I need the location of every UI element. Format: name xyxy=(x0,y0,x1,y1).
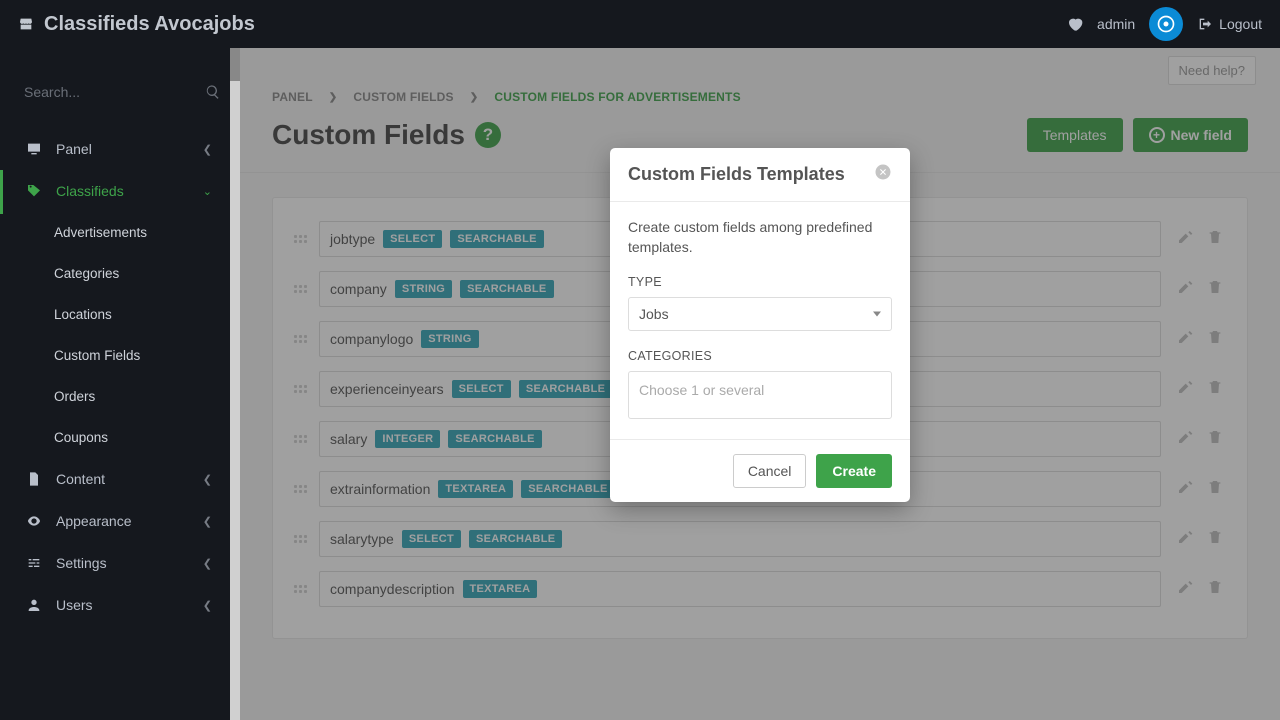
sidebar-item-label: Custom Fields xyxy=(54,348,140,363)
categories-input[interactable] xyxy=(639,382,881,398)
topbar: Classifieds Avocajobs admin Logout xyxy=(0,0,1280,48)
sidebar-item-advertisements[interactable]: Advertisements xyxy=(0,212,230,253)
sidebar-item-label: Orders xyxy=(54,389,95,404)
sidebar-item-panel[interactable]: Panel ❮ xyxy=(0,128,230,170)
caret-down-icon xyxy=(873,312,881,317)
brand[interactable]: Classifieds Avocajobs xyxy=(18,13,255,36)
modal-footer: Cancel Create xyxy=(610,439,910,502)
sidebar-scrollbar-track[interactable] xyxy=(230,48,240,720)
sidebar-item-coupons[interactable]: Coupons xyxy=(0,417,230,458)
sidebar-search[interactable] xyxy=(0,74,230,110)
sidebar-item-appearance[interactable]: Appearance ❮ xyxy=(0,500,230,542)
sidebar-item-label: Locations xyxy=(54,307,112,322)
sidebar-item-label: Categories xyxy=(54,266,119,281)
categories-multiselect[interactable] xyxy=(628,371,892,419)
file-icon xyxy=(26,471,42,487)
type-select[interactable]: Jobs xyxy=(628,297,892,331)
sidebar-item-classifieds[interactable]: Classifieds ⌄ xyxy=(0,170,230,212)
search-icon[interactable] xyxy=(205,84,221,100)
store-icon xyxy=(18,16,34,32)
logout-button[interactable]: Logout xyxy=(1197,16,1262,32)
logout-icon xyxy=(1197,16,1213,32)
topbar-right: admin Logout xyxy=(1067,7,1262,41)
categories-label: CATEGORIES xyxy=(628,349,892,363)
avatar[interactable] xyxy=(1149,7,1183,41)
username: admin xyxy=(1097,16,1135,32)
user-icon xyxy=(26,597,42,613)
modal-header: Custom Fields Templates xyxy=(610,148,910,202)
create-button[interactable]: Create xyxy=(816,454,892,488)
sidebar: Panel ❮ Classifieds ⌄ Advertisements Cat… xyxy=(0,48,230,720)
chevron-left-icon: ❮ xyxy=(203,599,212,612)
search-input[interactable] xyxy=(24,84,205,100)
sidebar-scrollbar-thumb[interactable] xyxy=(230,48,240,81)
sidebar-item-content[interactable]: Content ❮ xyxy=(0,458,230,500)
sidebar-item-locations[interactable]: Locations xyxy=(0,294,230,335)
chevron-left-icon: ❮ xyxy=(203,143,212,156)
modal-description: Create custom fields among predefined te… xyxy=(628,218,892,257)
sidebar-item-custom-fields[interactable]: Custom Fields xyxy=(0,335,230,376)
monitor-icon xyxy=(26,141,42,157)
chevron-left-icon: ❮ xyxy=(203,473,212,486)
modal-title: Custom Fields Templates xyxy=(628,164,845,185)
chevron-left-icon: ❮ xyxy=(203,557,212,570)
templates-modal: Custom Fields Templates Create custom fi… xyxy=(610,148,910,502)
eye-icon xyxy=(26,513,42,529)
sidebar-item-label: Content xyxy=(56,471,203,487)
sidebar-item-categories[interactable]: Categories xyxy=(0,253,230,294)
sidebar-item-users[interactable]: Users ❮ xyxy=(0,584,230,626)
logout-label: Logout xyxy=(1219,16,1262,32)
sidebar-item-label: Advertisements xyxy=(54,225,147,240)
sidebar-item-label: Appearance xyxy=(56,513,203,529)
close-icon[interactable] xyxy=(874,163,892,186)
sidebar-item-label: Settings xyxy=(56,555,203,571)
cancel-button[interactable]: Cancel xyxy=(733,454,807,488)
sidebar-item-label: Coupons xyxy=(54,430,108,445)
sidebar-item-settings[interactable]: Settings ❮ xyxy=(0,542,230,584)
heart-icon[interactable] xyxy=(1067,16,1083,32)
modal-body: Create custom fields among predefined te… xyxy=(610,202,910,439)
tag-icon xyxy=(26,183,42,199)
sliders-icon xyxy=(26,555,42,571)
active-indicator xyxy=(0,170,3,214)
chevron-down-icon: ⌄ xyxy=(203,185,212,198)
chevron-left-icon: ❮ xyxy=(203,515,212,528)
type-select-value: Jobs xyxy=(639,306,669,322)
sidebar-item-label: Panel xyxy=(56,141,203,157)
sidebar-item-label: Classifieds xyxy=(56,183,203,199)
main: Need help? PANEL ❯ CUSTOM FIELDS ❯ CUSTO… xyxy=(240,48,1280,720)
type-label: TYPE xyxy=(628,275,892,289)
sidebar-item-label: Users xyxy=(56,597,203,613)
sidebar-item-orders[interactable]: Orders xyxy=(0,376,230,417)
brand-label: Classifieds Avocajobs xyxy=(44,13,255,36)
